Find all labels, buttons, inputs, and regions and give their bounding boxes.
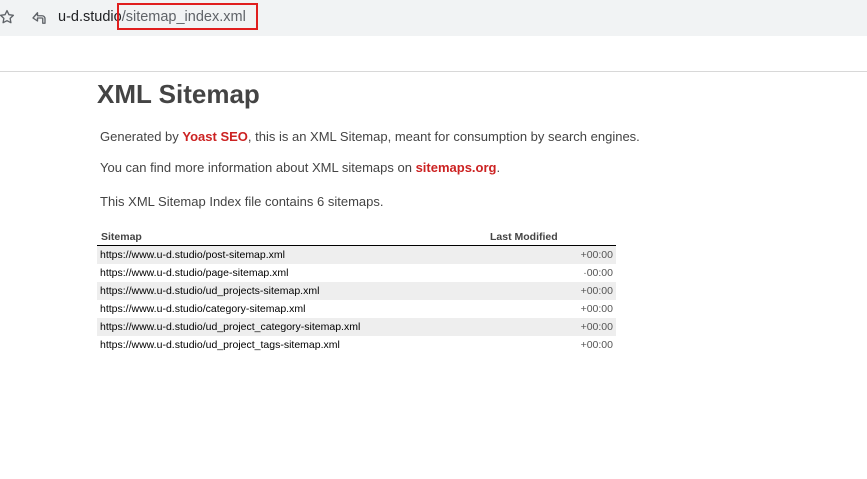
sitemap-table: Sitemap Last Modified https://www.u-d.st… (97, 228, 616, 354)
table-row: https://www.u-d.studio/page-sitemap.xml … (97, 264, 616, 282)
url-highlight-box (117, 3, 258, 30)
last-modified-cell: +00:00 (490, 336, 616, 354)
url-host: u-d.studio (58, 9, 122, 25)
sitemap-link[interactable]: https://www.u-d.studio/ud_project_catego… (100, 321, 360, 333)
intro-prefix: Generated by (100, 129, 183, 144)
last-modified-cell: +00:00 (490, 300, 616, 318)
sitemap-url-cell: https://www.u-d.studio/page-sitemap.xml (97, 264, 490, 282)
last-modified-cell: ·00:00 (490, 264, 616, 282)
page-title: XML Sitemap (97, 79, 260, 109)
info-prefix: You can find more information about XML … (100, 160, 416, 175)
divider (0, 71, 867, 72)
table-header-row: Sitemap Last Modified (97, 228, 616, 246)
intro-paragraph: Generated by Yoast SEO, this is an XML S… (100, 129, 640, 144)
sitemap-count-text: This XML Sitemap Index file contains 6 s… (100, 194, 384, 209)
sitemap-url-cell: https://www.u-d.studio/ud_project_tags-s… (97, 336, 490, 354)
star-icon[interactable] (0, 8, 16, 26)
last-modified-column-header: Last Modified (490, 228, 616, 246)
browser-toolbar: u-d.studio/sitemap_index.xml (0, 0, 867, 36)
sitemap-link[interactable]: https://www.u-d.studio/ud_projects-sitem… (100, 285, 319, 297)
sitemap-url-cell: https://www.u-d.studio/ud_project_catego… (97, 318, 490, 336)
table-row: https://www.u-d.studio/post-sitemap.xml … (97, 245, 616, 264)
last-modified-cell: +00:00 (490, 245, 616, 264)
last-modified-cell: +00:00 (490, 318, 616, 336)
sitemap-url-cell: https://www.u-d.studio/ud_projects-sitem… (97, 282, 490, 300)
sitemap-column-header: Sitemap (97, 228, 490, 246)
sitemaps-org-link[interactable]: sitemaps.org (416, 160, 497, 175)
table-row: https://www.u-d.studio/ud_project_tags-s… (97, 336, 616, 354)
table-row: https://www.u-d.studio/ud_projects-sitem… (97, 282, 616, 300)
info-paragraph: You can find more information about XML … (100, 160, 500, 175)
sitemap-url-cell: https://www.u-d.studio/post-sitemap.xml (97, 245, 490, 264)
sitemap-link[interactable]: https://www.u-d.studio/ud_project_tags-s… (100, 339, 340, 351)
sitemap-link[interactable]: https://www.u-d.studio/page-sitemap.xml (100, 267, 289, 279)
sitemap-url-cell: https://www.u-d.studio/category-sitemap.… (97, 300, 490, 318)
intro-suffix: , this is an XML Sitemap, meant for cons… (247, 129, 640, 144)
table-row: https://www.u-d.studio/category-sitemap.… (97, 300, 616, 318)
info-suffix: . (496, 160, 501, 175)
last-modified-cell: +00:00 (490, 282, 616, 300)
sitemap-link[interactable]: https://www.u-d.studio/post-sitemap.xml (100, 249, 285, 261)
site-settings-icon[interactable] (30, 9, 48, 27)
table-row: https://www.u-d.studio/ud_project_catego… (97, 318, 616, 336)
sitemap-link[interactable]: https://www.u-d.studio/category-sitemap.… (100, 303, 305, 315)
yoast-seo-link[interactable]: Yoast SEO (182, 129, 248, 144)
